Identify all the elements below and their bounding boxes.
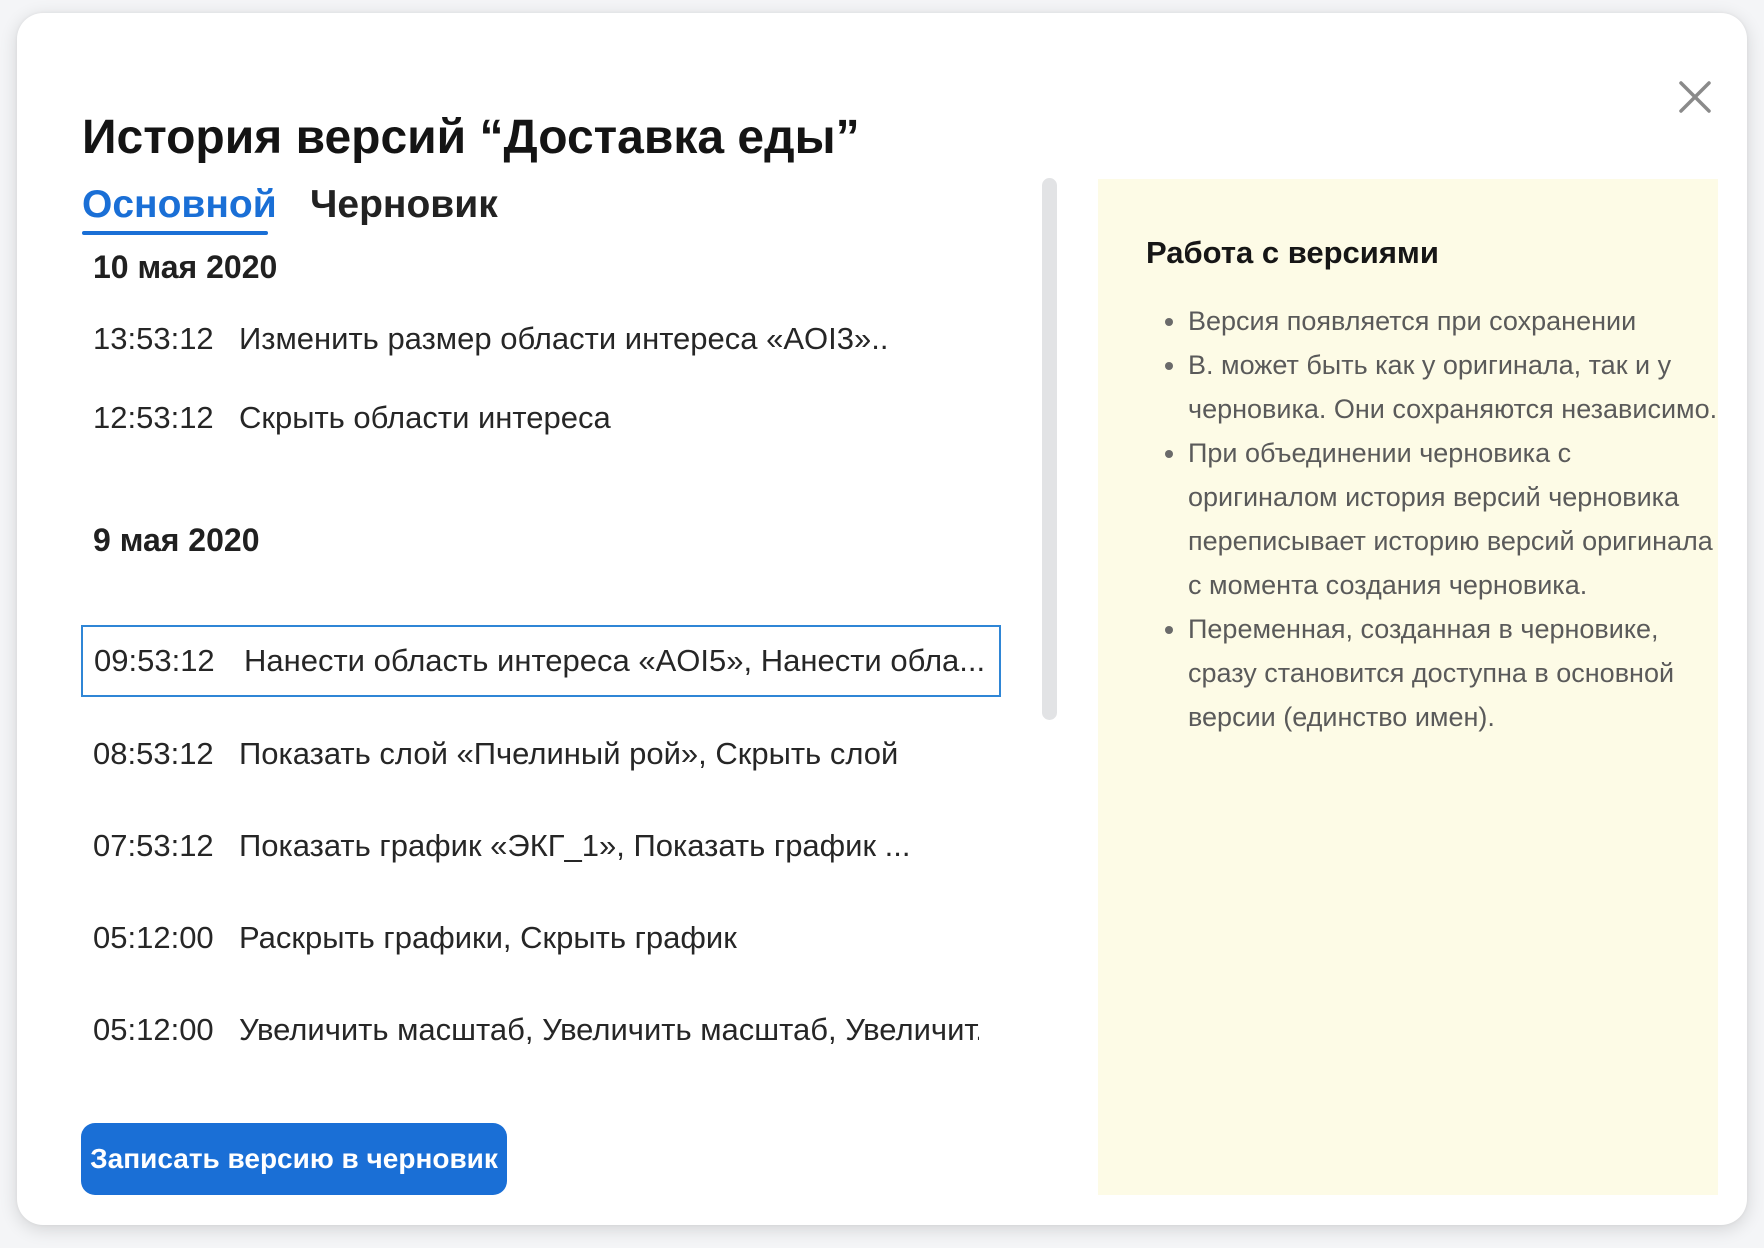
info-title: Работа с версиями xyxy=(1146,235,1439,270)
info-list: Версия появляется при сохранении В. може… xyxy=(1146,299,1728,739)
version-row[interactable]: 08:53:12 Показать слой «Пчелиный рой», С… xyxy=(81,718,1001,790)
version-row[interactable]: 12:53:12 Скрыть области интереса xyxy=(81,382,1001,454)
version-time: 05:12:00 xyxy=(93,1012,214,1047)
version-time: 08:53:12 xyxy=(93,736,214,771)
info-point: Переменная, созданная в черновике, сразу… xyxy=(1188,607,1728,739)
info-point: Версия появляется при сохранении xyxy=(1188,299,1728,343)
close-button[interactable] xyxy=(1674,76,1716,118)
version-row-selected[interactable]: 09:53:12 Нанести область интереса «AOI5»… xyxy=(81,625,1001,697)
version-time: 12:53:12 xyxy=(93,400,214,435)
version-row[interactable]: 05:12:00 Раскрыть графики, Скрыть график xyxy=(81,902,1001,974)
tab-main[interactable]: Основной xyxy=(82,179,277,231)
info-point: В. может быть как у оригинала, так и у ч… xyxy=(1188,343,1728,431)
version-actions: Скрыть области интереса xyxy=(239,400,611,435)
date-header: 10 мая 2020 xyxy=(93,249,278,285)
version-history-dialog: История версий “Доставка еды” Основной Ч… xyxy=(17,13,1747,1225)
scrollbar-thumb[interactable] xyxy=(1042,178,1057,720)
save-version-to-draft-button[interactable]: Записать версию в черновик xyxy=(81,1123,507,1195)
version-time: 09:53:12 xyxy=(94,643,215,678)
close-icon xyxy=(1679,81,1711,113)
version-actions: Нанести область интереса «AOI5», Нанести… xyxy=(244,643,984,678)
info-panel: Работа с версиями Версия появляется при … xyxy=(1098,179,1718,1195)
dialog-title: История версий “Доставка еды” xyxy=(82,111,860,164)
version-actions: Изменить размер области интереса «AOI3».… xyxy=(239,321,889,356)
date-header: 9 мая 2020 xyxy=(93,522,260,558)
active-tab-indicator xyxy=(82,231,268,235)
version-time: 07:53:12 xyxy=(93,828,214,863)
version-actions: Раскрыть графики, Скрыть график xyxy=(239,920,737,955)
version-row[interactable]: 05:12:00 Увеличить масштаб, Увеличить ма… xyxy=(81,994,1001,1066)
version-row[interactable]: 13:53:12 Изменить размер области интерес… xyxy=(81,303,1001,375)
version-actions: Показать слой «Пчелиный рой», Скрыть сло… xyxy=(239,736,899,771)
version-row[interactable]: 07:53:12 Показать график «ЭКГ_1», Показа… xyxy=(81,810,1001,882)
version-actions: Увеличить масштаб, Увеличить масштаб, Ув… xyxy=(239,1012,979,1047)
version-actions: Показать график «ЭКГ_1», Показать график… xyxy=(239,828,911,863)
version-time: 05:12:00 xyxy=(93,920,214,955)
info-point: При объединении черновика с оригиналом и… xyxy=(1188,431,1728,607)
version-time: 13:53:12 xyxy=(93,321,214,356)
tab-draft[interactable]: Черновик xyxy=(310,179,498,231)
